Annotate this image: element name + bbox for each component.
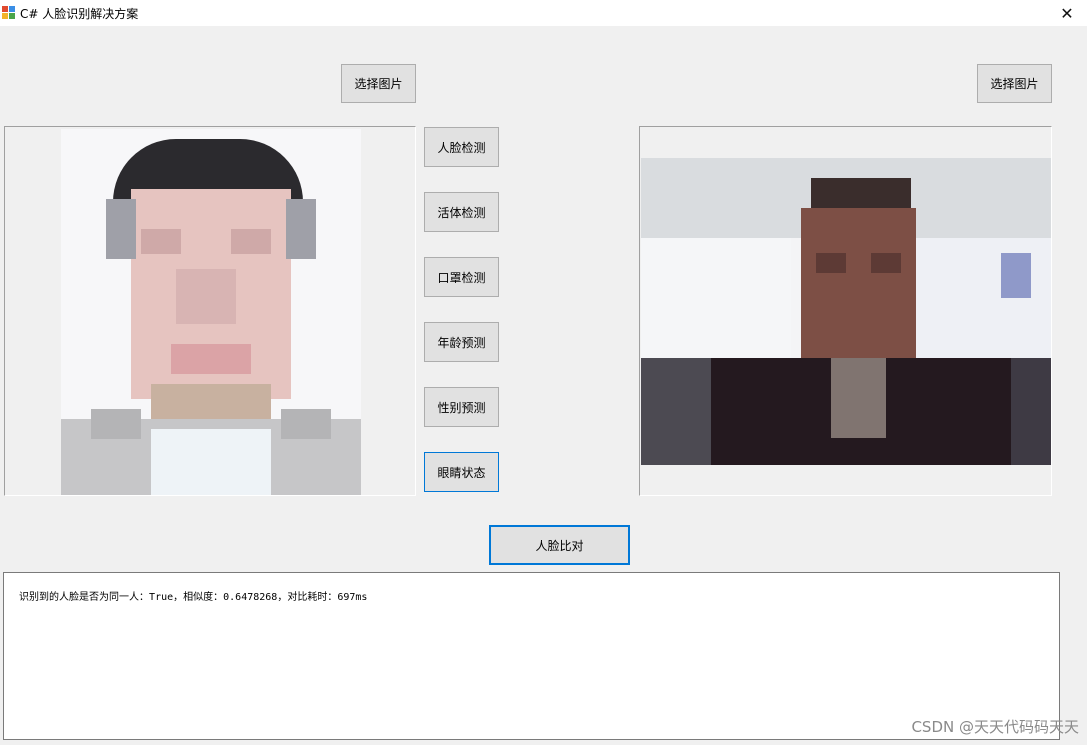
face-compare-button[interactable]: 人脸比对	[489, 525, 630, 565]
result-textbox[interactable]: 识别到的人脸是否为同一人：True，相似度：0.6478268，对比耗时：697…	[3, 572, 1060, 740]
face-detect-button[interactable]: 人脸检测	[424, 127, 499, 167]
result-text: 识别到的人脸是否为同一人：True，相似度：0.6478268，对比耗时：697…	[19, 592, 368, 603]
age-predict-button[interactable]: 年龄预测	[424, 322, 499, 362]
gender-predict-button[interactable]: 性别预测	[424, 387, 499, 427]
eye-state-button[interactable]: 眼睛状态	[424, 452, 499, 492]
right-picture-box	[639, 126, 1052, 496]
watermark: CSDN @天天代码码天天	[911, 718, 1079, 736]
select-image-left-button[interactable]: 选择图片	[341, 64, 416, 103]
app-icon	[2, 6, 15, 19]
close-icon[interactable]: ✕	[1047, 0, 1087, 26]
mask-detect-button[interactable]: 口罩检测	[424, 257, 499, 297]
right-face-photo	[641, 158, 1051, 465]
title-bar: C# 人脸识别解决方案 ✕	[0, 0, 1087, 26]
window-title: C# 人脸识别解决方案	[20, 7, 139, 21]
left-picture-box	[4, 126, 416, 496]
select-image-right-button[interactable]: 选择图片	[977, 64, 1052, 103]
liveness-detect-button[interactable]: 活体检测	[424, 192, 499, 232]
left-face-photo	[61, 129, 361, 495]
